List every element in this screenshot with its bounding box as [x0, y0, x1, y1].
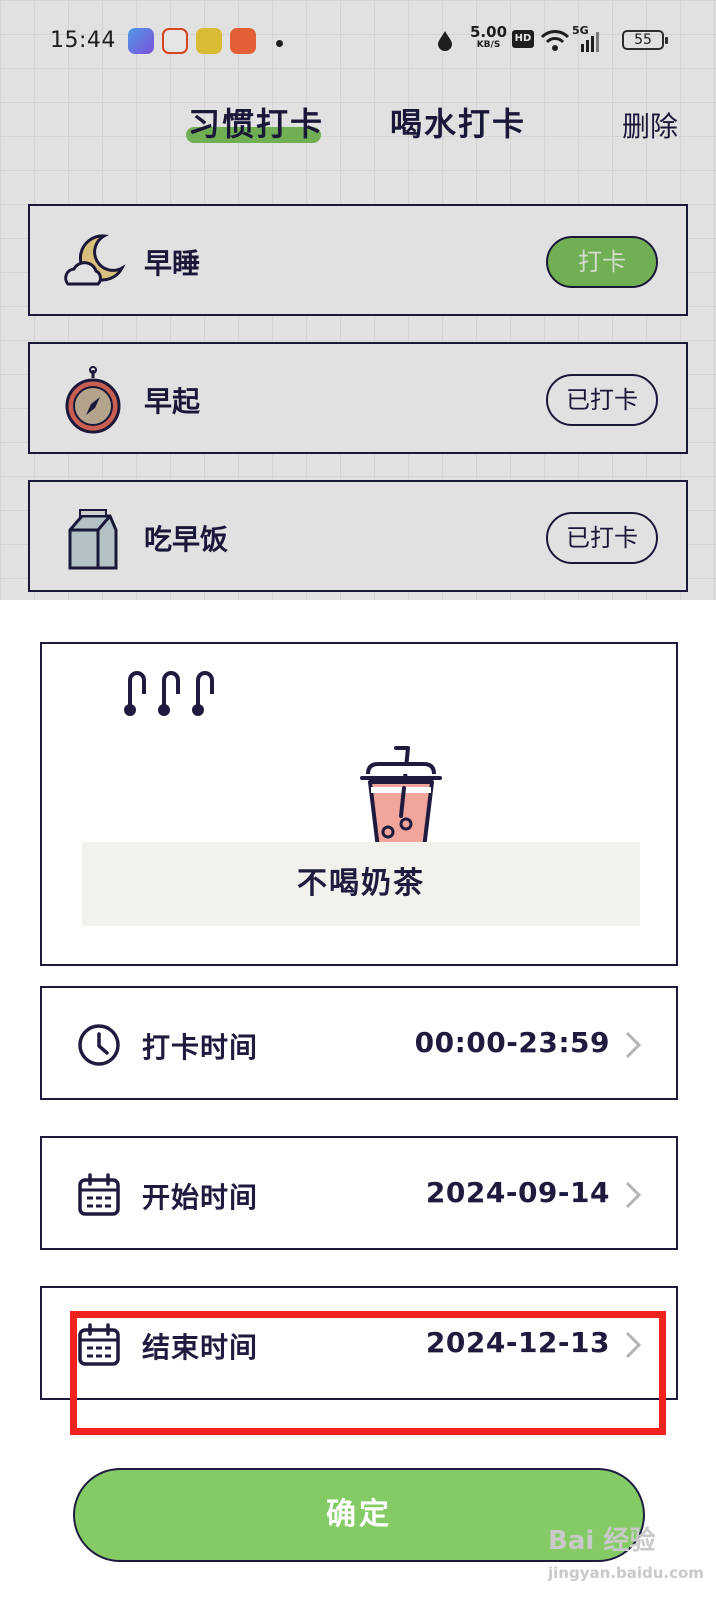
app-notification-icon: [196, 28, 222, 54]
calendar-icon: [78, 1323, 120, 1366]
checked-in-button[interactable]: 已打卡: [546, 512, 658, 564]
habit-card[interactable]: 早睡 打卡: [28, 204, 688, 316]
app-notification-icon: [162, 28, 188, 54]
tab-habit-checkin[interactable]: 习惯打卡: [188, 99, 324, 145]
habit-card[interactable]: 吃早饭 已打卡: [28, 480, 688, 592]
delete-button[interactable]: 删除: [622, 105, 678, 145]
wifi-icon: [540, 30, 570, 51]
start-time-row[interactable]: 开始时间 2024-09-14: [40, 1136, 678, 1250]
moon-cloud-icon: [64, 234, 126, 286]
habit-name[interactable]: 不喝奶茶: [82, 842, 640, 926]
habit-preview-card: 不喝奶茶: [40, 642, 678, 966]
end-time-row[interactable]: 结束时间 2024-12-13: [40, 1286, 678, 1400]
bottom-sheet: 不喝奶茶 打卡时间 00:00-23:59 开始时间 2024-09-14 结束…: [0, 600, 716, 1600]
checkin-button[interactable]: 打卡: [546, 236, 658, 288]
tab-water-checkin[interactable]: 喝水打卡: [390, 99, 526, 145]
app-notification-icon: [230, 28, 256, 54]
habit-label: 早睡: [144, 247, 201, 280]
chevron-right-icon: [625, 1031, 642, 1059]
clock-icon: [78, 1024, 120, 1066]
signal-icon: [581, 32, 599, 52]
chevron-right-icon: [625, 1331, 642, 1359]
notebook-rings-icon: [124, 671, 214, 716]
calendar-icon: [78, 1173, 120, 1216]
top-tabs: 习惯打卡 喝水打卡 删除: [0, 95, 716, 155]
status-time: 15:44: [50, 28, 116, 53]
background-app: 15:44 5.00 KB/S HD 5G 55 习惯打卡 喝水打卡 删除 早睡…: [0, 0, 716, 600]
network-speed: 5.00 KB/S: [470, 23, 508, 51]
habit-label: 吃早饭: [144, 523, 229, 556]
checked-in-button[interactable]: 已打卡: [546, 374, 658, 426]
setting-label: 打卡时间: [142, 1031, 259, 1064]
confirm-button[interactable]: 确定: [73, 1468, 645, 1562]
setting-label: 开始时间: [142, 1181, 259, 1214]
notification-dot-icon: [276, 40, 283, 47]
hd-badge: HD: [512, 30, 534, 48]
app-notification-icon: [128, 28, 154, 54]
compass-icon: [65, 366, 121, 434]
status-bar: 15:44 5.00 KB/S HD 5G 55: [0, 18, 716, 68]
habit-label: 早起: [144, 385, 201, 418]
battery-indicator: 55: [622, 30, 668, 50]
milk-carton-icon: [68, 509, 118, 570]
setting-value: 2024-09-14: [425, 1176, 610, 1209]
bubble-tea-icon: [360, 746, 442, 850]
chevron-right-icon: [625, 1181, 642, 1209]
setting-value: 2024-12-13: [425, 1326, 610, 1359]
checkin-time-row[interactable]: 打卡时间 00:00-23:59: [40, 986, 678, 1100]
setting-value: 00:00-23:59: [414, 1026, 610, 1059]
habit-card[interactable]: 早起 已打卡: [28, 342, 688, 454]
data-saver-icon: [438, 31, 452, 51]
setting-label: 结束时间: [142, 1331, 259, 1364]
